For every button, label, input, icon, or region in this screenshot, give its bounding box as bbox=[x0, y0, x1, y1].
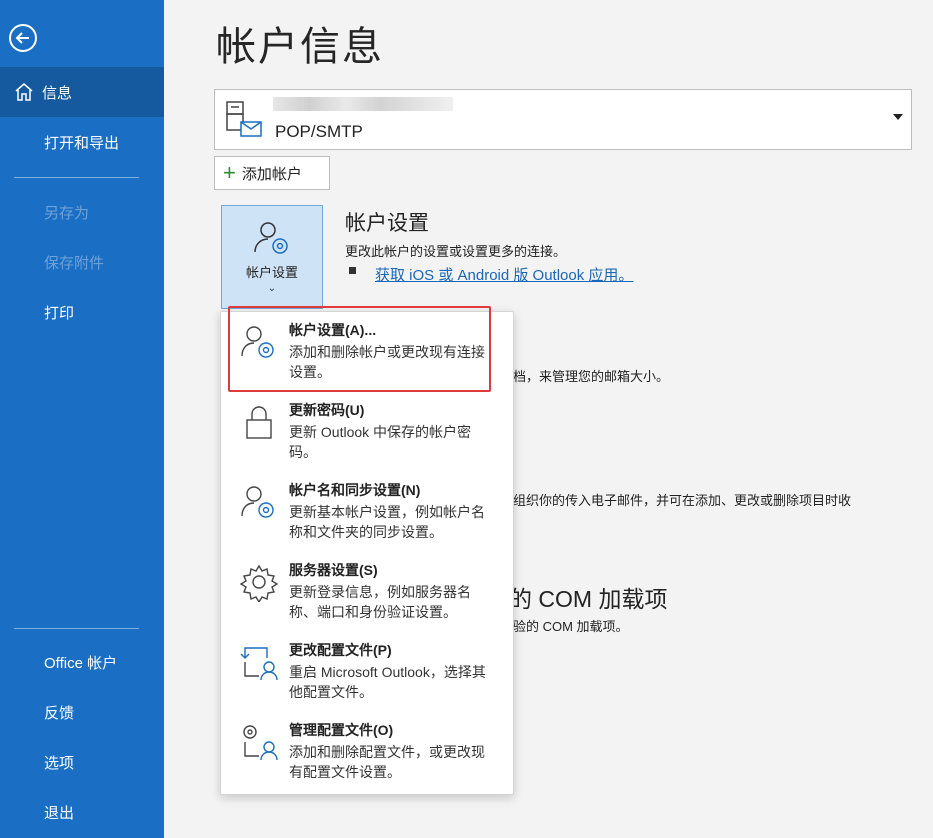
menu-item-desc: 添加和删除配置文件，或更改现有配置文件设置。 bbox=[289, 744, 485, 780]
sidebar-item-save-attachments: 保存附件 bbox=[0, 237, 164, 287]
com-addins-desc: 验的 COM 加载项。 bbox=[513, 619, 629, 634]
add-account-label: 添加帐户 bbox=[241, 165, 302, 183]
sidebar-item-open-export[interactable]: 打开和导出 bbox=[0, 117, 164, 167]
menu-item-desc: 重启 Microsoft Outlook，选择其他配置文件。 bbox=[289, 664, 486, 700]
add-account-button[interactable]: + 添加帐户 bbox=[214, 156, 330, 190]
person-gear-icon bbox=[241, 486, 274, 518]
chevron-down-icon bbox=[893, 114, 903, 120]
account-settings-button-label: 帐户设置 bbox=[245, 265, 298, 280]
menu-item-account-name-sync[interactable]: 帐户名和同步设置(N) 更新基本帐户设置，例如帐户名称和文件夹的同步设置。 bbox=[221, 474, 513, 554]
bullet-icon bbox=[349, 267, 356, 274]
sidebar-item-label: 打开和导出 bbox=[44, 134, 120, 152]
backstage-sidebar: 信息 打开和导出 另存为 保存附件 打印 Office 帐户 反馈 选项 退出 bbox=[0, 0, 164, 838]
menu-item-title: 服务器设置(S) bbox=[289, 562, 378, 578]
sidebar-item-office-account[interactable]: Office 帐户 bbox=[0, 637, 164, 687]
profile-manage-icon bbox=[243, 725, 278, 761]
sidebar-item-label: 打印 bbox=[44, 304, 75, 322]
get-outlook-app-link[interactable]: 获取 iOS 或 Android 版 Outlook 应用。 bbox=[375, 264, 633, 285]
account-type: POP/SMTP bbox=[275, 122, 363, 141]
menu-item-desc: 更新 Outlook 中保存的帐户密码。 bbox=[289, 424, 472, 460]
sidebar-divider bbox=[14, 177, 139, 178]
sidebar-item-label: 反馈 bbox=[44, 704, 75, 722]
sidebar-item-label: 另存为 bbox=[44, 204, 90, 222]
account-dropdown[interactable]: POP/SMTP bbox=[214, 89, 912, 150]
arrow-left-circle-icon bbox=[15, 32, 29, 44]
back-button[interactable] bbox=[9, 24, 37, 52]
account-email-redacted bbox=[273, 97, 453, 111]
mailbox-icon bbox=[226, 101, 262, 137]
lock-icon bbox=[246, 406, 272, 439]
sidebar-item-label: Office 帐户 bbox=[44, 654, 118, 672]
menu-item-update-password[interactable]: 更新密码(U) 更新 Outlook 中保存的帐户密码。 bbox=[221, 394, 513, 474]
gear-icon bbox=[239, 564, 279, 602]
sidebar-item-save-as: 另存为 bbox=[0, 187, 164, 237]
account-settings-heading: 帐户设置 bbox=[345, 212, 429, 235]
menu-item-desc: 更新基本帐户设置，例如帐户名称和文件夹的同步设置。 bbox=[289, 504, 485, 540]
sidebar-item-label: 信息 bbox=[42, 84, 73, 102]
plus-icon: + bbox=[223, 160, 236, 185]
sidebar-divider bbox=[14, 628, 139, 629]
sidebar-item-print[interactable]: 打印 bbox=[0, 287, 164, 337]
page-title: 帐户信息 bbox=[216, 25, 384, 69]
sidebar-item-options[interactable]: 选项 bbox=[0, 737, 164, 787]
menu-item-change-profile[interactable]: 更改配置文件(P) 重启 Microsoft Outlook，选择其他配置文件。 bbox=[221, 634, 513, 714]
account-settings-desc: 更改此帐户的设置或设置更多的连接。 bbox=[345, 244, 567, 259]
menu-item-title: 帐户名和同步设置(N) bbox=[289, 482, 421, 498]
sidebar-item-label: 选项 bbox=[44, 754, 75, 772]
menu-item-title: 更改配置文件(P) bbox=[289, 642, 392, 658]
sidebar-item-label: 退出 bbox=[44, 804, 75, 822]
mailbox-partial-text: 档，来管理您的邮箱大小。 bbox=[513, 369, 670, 384]
menu-item-title: 更新密码(U) bbox=[289, 402, 365, 418]
menu-item-desc: 更新登录信息，例如服务器名称、端口和身份验证设置。 bbox=[289, 584, 471, 620]
menu-item-title: 管理配置文件(O) bbox=[289, 722, 394, 738]
menu-item-server-settings[interactable]: 服务器设置(S) 更新登录信息，例如服务器名称、端口和身份验证设置。 bbox=[221, 554, 513, 634]
highlight-annotation bbox=[228, 306, 491, 392]
sidebar-item-info[interactable]: 信息 bbox=[0, 67, 164, 117]
person-gear-icon bbox=[254, 222, 288, 254]
profile-switch-icon bbox=[240, 647, 278, 681]
account-settings-button[interactable]: 帐户设置 ⌄ bbox=[221, 205, 323, 309]
sidebar-item-label: 保存附件 bbox=[44, 254, 105, 272]
menu-item-manage-profiles[interactable]: 管理配置文件(O) 添加和删除配置文件，或更改现有配置文件设置。 bbox=[221, 714, 513, 794]
sidebar-item-feedback[interactable]: 反馈 bbox=[0, 687, 164, 737]
rules-partial-text: 组织你的传入电子邮件，并可在添加、更改或删除项目时收 bbox=[513, 493, 852, 508]
chevron-down-icon: ⌄ bbox=[267, 283, 277, 294]
sidebar-item-exit[interactable]: 退出 bbox=[0, 787, 164, 837]
home-icon bbox=[15, 83, 33, 101]
com-addins-heading: 的 COM 加载项 bbox=[509, 586, 668, 612]
